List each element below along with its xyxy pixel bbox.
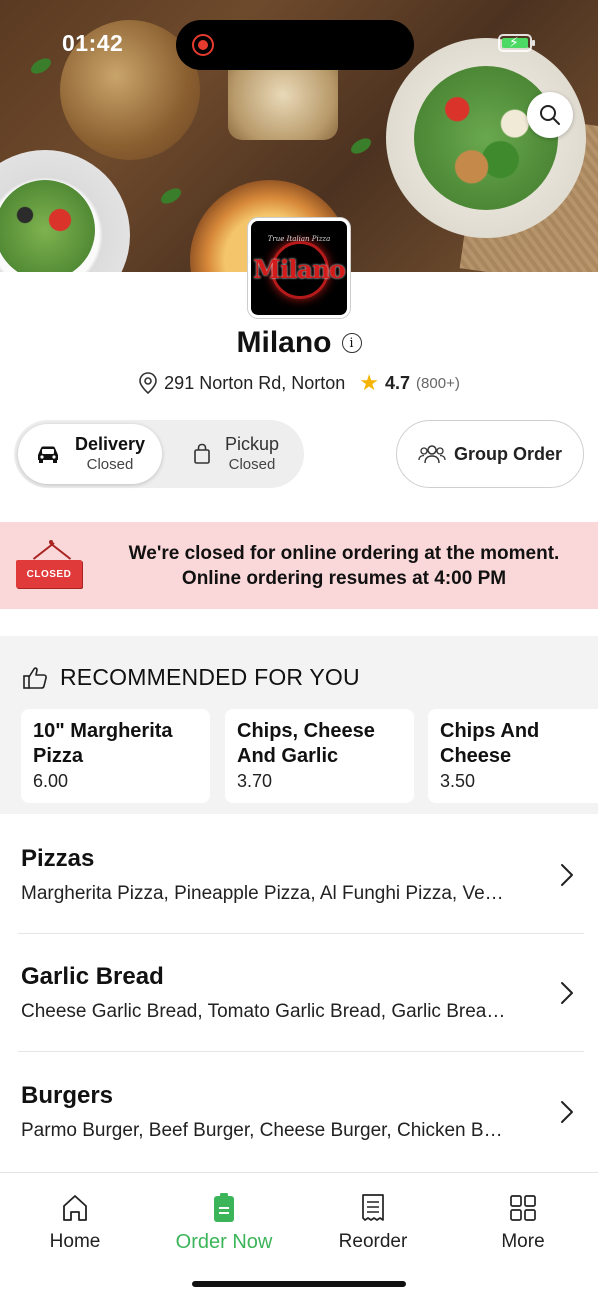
restaurant-name: Milano xyxy=(236,326,332,359)
item-name: 10" Margherita xyxy=(33,720,173,742)
leaf-decoration xyxy=(28,55,54,77)
salad-plate xyxy=(0,150,130,272)
search-icon xyxy=(540,105,560,125)
delivery-status: Closed xyxy=(86,455,134,473)
category-name: Garlic Bread xyxy=(21,963,164,990)
nav-reorder[interactable]: Reorder xyxy=(298,1191,448,1253)
car-icon xyxy=(37,446,58,463)
item-name: Chips And xyxy=(440,720,540,742)
item-name: Cheese xyxy=(440,745,512,767)
order-mode-toggle: Delivery Closed Pickup Closed xyxy=(14,420,304,488)
search-button[interactable] xyxy=(527,92,573,138)
leaf-decoration xyxy=(158,185,184,207)
home-indicator xyxy=(192,1281,406,1287)
recommended-title: RECOMMENDED FOR YOU xyxy=(60,664,360,690)
item-price: 3.70 xyxy=(237,771,273,791)
order-icon xyxy=(214,1193,234,1222)
rating-value: 4.7 xyxy=(385,372,411,393)
category-row-pizzas[interactable]: Pizzas Margherita Pizza, Pineapple Pizza… xyxy=(0,815,598,933)
star-icon: ★ xyxy=(359,370,380,395)
item-name: Pizza xyxy=(33,745,84,767)
pickup-status: Closed xyxy=(228,455,276,473)
restaurant-logo: True Italian Pizza Milano xyxy=(248,218,350,318)
recording-icon xyxy=(192,34,214,56)
pickup-label: Pickup xyxy=(224,434,280,455)
recommended-item[interactable]: 10" Margherita Pizza 6.00 xyxy=(21,709,210,803)
salad-plate xyxy=(386,38,586,238)
home-icon xyxy=(63,1195,87,1221)
closed-sign-icon: CLOSED xyxy=(16,540,84,594)
rating-count: (800+) xyxy=(416,374,460,392)
nav-home-label: Home xyxy=(49,1231,101,1252)
group-order-label: Group Order xyxy=(453,443,562,464)
status-time: 01:42 xyxy=(62,30,124,56)
group-order-button[interactable]: Group Order xyxy=(396,420,584,488)
dynamic-island xyxy=(176,20,414,70)
item-price: 3.50 xyxy=(440,771,476,791)
category-description: Parmo Burger, Beef Burger, Cheese Burger… xyxy=(21,1120,503,1141)
closed-banner: CLOSED We're closed for online ordering … xyxy=(0,522,598,609)
nav-order-now[interactable]: Order Now xyxy=(149,1191,299,1254)
leaf-decoration xyxy=(348,135,374,157)
recommended-item[interactable]: Chips, Cheese And Garlic 3.70 xyxy=(225,709,414,803)
nav-order-now-label: Order Now xyxy=(175,1231,273,1253)
logo-tagline: True Italian Pizza xyxy=(267,235,331,243)
nav-home[interactable]: Home xyxy=(0,1191,150,1253)
category-name: Burgers xyxy=(21,1082,114,1109)
item-price: 6.00 xyxy=(33,771,69,791)
location-pin-icon xyxy=(139,372,157,394)
info-icon[interactable]: i xyxy=(341,333,362,353)
delivery-option[interactable]: Delivery Closed xyxy=(18,424,162,484)
chevron-right-icon xyxy=(561,864,573,886)
nav-reorder-label: Reorder xyxy=(338,1231,408,1252)
thumbs-up-icon xyxy=(23,666,47,689)
recommended-item[interactable]: Chips And Cheese 3.50 xyxy=(428,709,598,803)
category-row-burgers[interactable]: Burgers Parmo Burger, Beef Burger, Chees… xyxy=(0,1052,598,1170)
shopping-bag-icon xyxy=(194,443,210,464)
receipt-icon xyxy=(362,1194,384,1221)
delivery-label: Delivery xyxy=(74,434,146,455)
battery-icon: ⚡ xyxy=(498,34,535,52)
pickup-option[interactable]: Pickup Closed xyxy=(164,424,308,484)
item-name: Chips, Cheese xyxy=(237,720,375,742)
recommended-section: RECOMMENDED FOR YOU 10" Margherita Pizza … xyxy=(0,636,598,814)
item-name: And Garlic xyxy=(237,745,339,767)
nav-more[interactable]: More xyxy=(448,1191,598,1253)
closed-message-line2: Online ordering resumes at 4:00 PM xyxy=(181,568,507,589)
nav-more-label: More xyxy=(501,1231,545,1252)
category-name: Pizzas xyxy=(21,845,95,872)
grid-icon xyxy=(510,1195,536,1221)
category-description: Margherita Pizza, Pineapple Pizza, Al Fu… xyxy=(21,883,504,904)
category-description: Cheese Garlic Bread, Tomato Garlic Bread… xyxy=(21,1001,506,1022)
group-icon xyxy=(418,445,446,464)
category-row-garlic-bread[interactable]: Garlic Bread Cheese Garlic Bread, Tomato… xyxy=(0,933,598,1051)
chevron-right-icon xyxy=(561,1101,573,1123)
restaurant-address: 291 Norton Rd, Norton xyxy=(164,372,346,393)
logo-wordmark: Milano xyxy=(253,255,346,284)
closed-sign-text: CLOSED xyxy=(16,560,82,588)
chevron-right-icon xyxy=(561,982,573,1004)
closed-message-line1: We're closed for online ordering at the … xyxy=(128,543,560,564)
